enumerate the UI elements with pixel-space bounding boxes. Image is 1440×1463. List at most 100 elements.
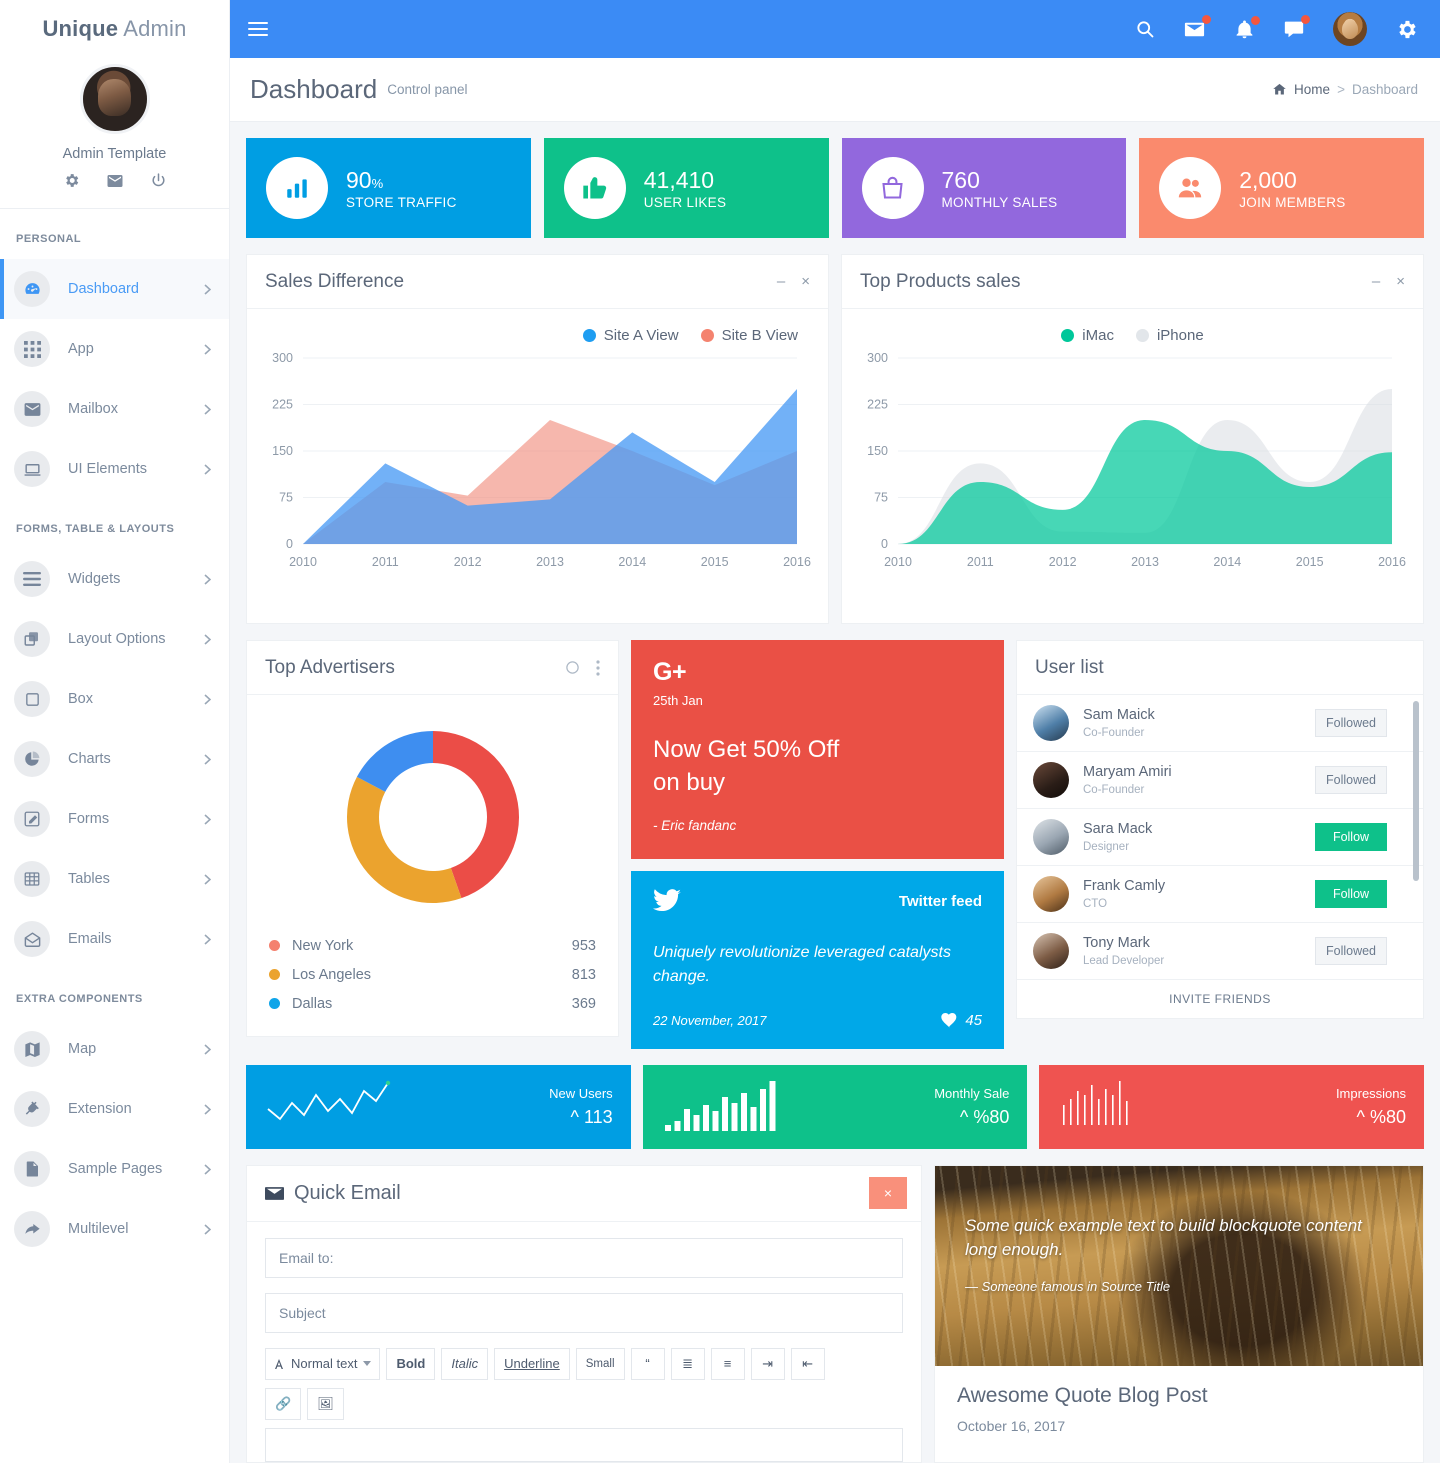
- ordered-list-button[interactable]: ≡: [710, 1347, 745, 1380]
- home-icon: [1272, 82, 1287, 97]
- legend-site-b[interactable]: Site B View: [700, 327, 798, 344]
- followed-button[interactable]: Followed: [1315, 937, 1387, 965]
- caret-up-icon: ^: [1356, 1106, 1365, 1127]
- quick-email-title: Quick Email: [294, 1181, 401, 1204]
- sidebar-item-box[interactable]: Box: [0, 669, 229, 729]
- minimize-icon[interactable]: –: [1372, 274, 1380, 289]
- stat-card-join-members[interactable]: 2,000 JOIN MEMBERS: [1139, 138, 1424, 238]
- legend-iphone[interactable]: iPhone: [1135, 327, 1204, 344]
- followed-button[interactable]: Followed: [1315, 709, 1387, 737]
- google-plus-promo[interactable]: G+ 25th Jan Now Get 50% Off on buy - Eri…: [631, 640, 1004, 860]
- toolbar-label: ⇥: [762, 1355, 773, 1371]
- circle-icon[interactable]: [565, 660, 580, 675]
- text-style-select[interactable]: Normal text: [265, 1347, 381, 1380]
- user-avatar[interactable]: [1333, 12, 1367, 46]
- bell-icon[interactable]: [1234, 15, 1260, 40]
- mail-icon[interactable]: [1183, 14, 1211, 41]
- sidebar-item-widgets[interactable]: Widgets: [0, 549, 229, 609]
- breadcrumb-home[interactable]: Home: [1294, 82, 1330, 97]
- sidebar-item-charts[interactable]: Charts: [0, 729, 229, 789]
- unordered-list-button[interactable]: ≣: [670, 1347, 705, 1380]
- image-button[interactable]: 🖼: [307, 1387, 344, 1420]
- blog-title[interactable]: Awesome Quote Blog Post: [957, 1384, 1401, 1408]
- editor-toolbar-secondary: 🔗 🖼: [265, 1387, 903, 1428]
- sidebar-item-label: Widgets: [68, 571, 121, 587]
- sidebar-item-tables[interactable]: Tables: [0, 849, 229, 909]
- editor-toolbar: Normal text Bold Italic Underline Small “ ≣ ≡ ⇥ ⇤: [265, 1347, 903, 1388]
- spark-widget-new-users[interactable]: New Users ^ 113: [246, 1064, 631, 1149]
- sidebar-item-multilevel[interactable]: Multilevel: [0, 1199, 229, 1259]
- link-button[interactable]: 🔗: [265, 1387, 302, 1420]
- stat-card-store-traffic[interactable]: 90% STORE TRAFFIC: [246, 138, 531, 238]
- blockquote-button[interactable]: “: [630, 1347, 665, 1380]
- legend-site-a[interactable]: Site A View: [582, 327, 679, 344]
- spark-widgets-row: New Users ^ 113 Monthly Sale ^ %80 Impressio…: [246, 1064, 1425, 1149]
- sidebar-item-ui-elements[interactable]: UI Elements: [0, 439, 229, 499]
- chevron-right-icon: [204, 1043, 211, 1055]
- sidebar-item-layout-options[interactable]: Layout Options: [0, 609, 229, 669]
- user-name: Sara Mack: [1083, 821, 1153, 838]
- hamburger-icon[interactable]: [248, 21, 268, 37]
- user-role: Co-Founder: [1083, 783, 1145, 796]
- user-name: Tony Mark: [1083, 935, 1150, 952]
- promo-line2: on buy: [653, 769, 726, 797]
- follow-button[interactable]: Follow: [1315, 823, 1387, 851]
- email-to-input[interactable]: [265, 1237, 903, 1278]
- indent-button[interactable]: ⇤: [790, 1347, 825, 1380]
- sidebar-item-dashboard[interactable]: Dashboard: [0, 259, 229, 319]
- twitter-feed-card[interactable]: Twitter feed Uniquely revolutionize leve…: [631, 871, 1004, 1049]
- small-button[interactable]: Small: [575, 1347, 625, 1380]
- minimize-icon[interactable]: –: [777, 274, 785, 289]
- vertical-dots-icon[interactable]: [596, 659, 600, 676]
- blog-quote-source: — Someone famous in Source Title: [965, 1279, 1171, 1295]
- stat-card-user-likes[interactable]: 41,410 USER LIKES: [543, 138, 829, 238]
- sidebar-item-extension[interactable]: Extension: [0, 1079, 229, 1139]
- svg-text:2014: 2014: [1213, 555, 1241, 569]
- stat-label: JOIN MEMBERS: [1239, 194, 1346, 210]
- underline-button[interactable]: Underline: [494, 1347, 570, 1380]
- italic-button[interactable]: Italic: [441, 1347, 489, 1380]
- close-button[interactable]: ×: [869, 1177, 907, 1210]
- sidebar-item-app[interactable]: App: [0, 319, 229, 379]
- sidebar-item-sample-pages[interactable]: Sample Pages: [0, 1139, 229, 1199]
- toolbar-label: Underline: [504, 1356, 560, 1372]
- subject-input[interactable]: [265, 1292, 903, 1333]
- tweet-likes[interactable]: 45: [941, 1012, 982, 1029]
- promo-date: 25th Jan: [653, 693, 703, 708]
- top-products-card: Top Products sales – × iMac iPhone 0 75 …: [841, 254, 1424, 624]
- twitter-icon: [653, 889, 681, 913]
- spark-widget-monthly-sale[interactable]: Monthly Sale ^ %80: [642, 1064, 1028, 1149]
- power-icon[interactable]: [150, 172, 167, 190]
- invite-friends-button[interactable]: INVITE FRIENDS: [1017, 980, 1423, 1018]
- toolbar-label: Bold: [396, 1356, 426, 1372]
- sidebar-item-forms[interactable]: Forms: [0, 789, 229, 849]
- promo-author: - Eric fandanc: [653, 818, 737, 834]
- close-icon[interactable]: ×: [1396, 274, 1405, 289]
- legend-dot: [1135, 329, 1149, 342]
- gear-icon[interactable]: [63, 172, 80, 190]
- envelope-icon[interactable]: [106, 172, 124, 190]
- search-icon[interactable]: [1135, 19, 1155, 39]
- message-body-editor[interactable]: [265, 1427, 903, 1462]
- user-list-scrollbar[interactable]: [1413, 701, 1419, 881]
- sidebar-item-mailbox[interactable]: Mailbox: [0, 379, 229, 439]
- legend-imac[interactable]: iMac: [1061, 327, 1114, 344]
- sales-chart: 0 75 150 225 300 2010 2011 2012 2013 2014 2015 2016: [247, 346, 828, 578]
- chat-icon[interactable]: [1283, 15, 1310, 40]
- sidebar-item-emails[interactable]: Emails: [0, 909, 229, 969]
- spark-widget-impressions[interactable]: Impressions ^ %80: [1039, 1064, 1425, 1149]
- toolbar-label: ≣: [682, 1355, 693, 1371]
- products-chart: 0 75 150 225 300 2010 2011 2012 2013 2014 2015 2016: [842, 346, 1423, 578]
- content-area: 90% STORE TRAFFIC 41,410 USER LIKES 760 MONTH…: [230, 122, 1440, 1463]
- svg-text:2015: 2015: [701, 555, 729, 569]
- user-name: Maryam Amiri: [1083, 764, 1172, 781]
- followed-button[interactable]: Followed: [1315, 766, 1387, 794]
- bold-button[interactable]: Bold: [386, 1347, 436, 1380]
- gear-icon[interactable]: [1395, 18, 1418, 41]
- follow-button[interactable]: Follow: [1315, 880, 1387, 908]
- brand-logo[interactable]: Unique Admin: [0, 0, 229, 58]
- close-icon[interactable]: ×: [801, 274, 810, 289]
- stat-card-monthly-sales[interactable]: 760 MONTHLY SALES: [841, 138, 1127, 238]
- sidebar-item-map[interactable]: Map: [0, 1019, 229, 1079]
- outdent-button[interactable]: ⇥: [750, 1347, 785, 1380]
